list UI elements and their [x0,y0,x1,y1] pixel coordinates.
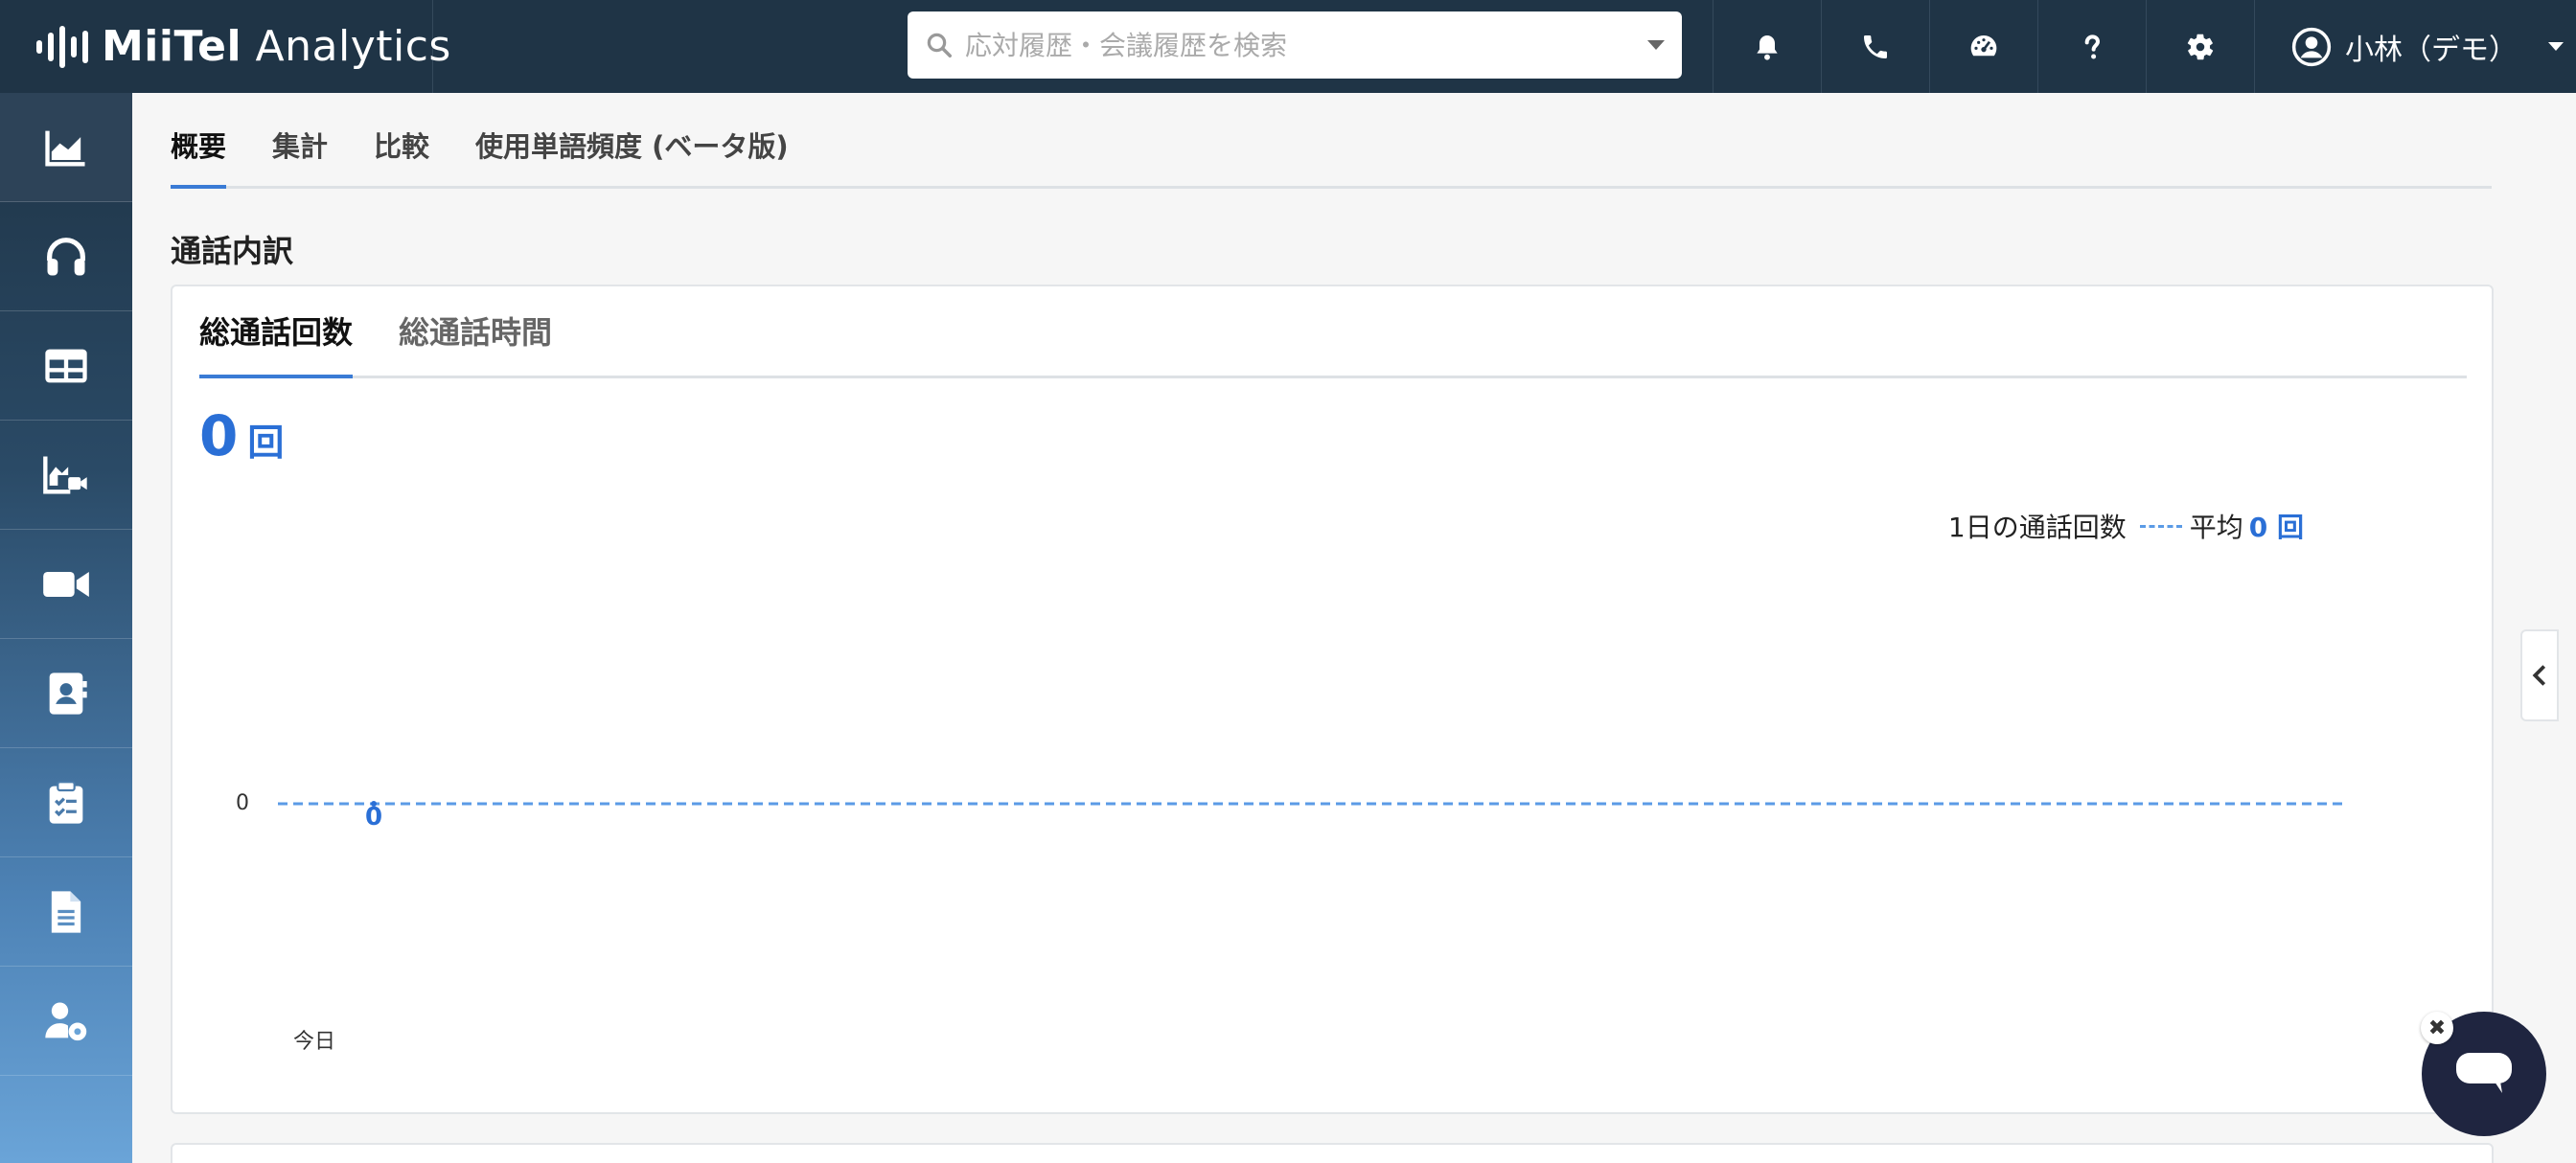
top-icon-bar [1713,0,2254,93]
chart-svg: 0 0 今日 [236,791,2348,1054]
total-count-value: 0 [199,403,239,468]
legend-series-label: 1日の通話回数 [1947,512,2127,543]
user-name: 小林（デモ） [2345,33,2518,67]
contact-book-icon [49,672,87,715]
sidebar-item-documents[interactable] [0,857,132,967]
question-icon [2084,34,2101,59]
chart-video-icon [43,456,87,493]
search-icon [927,33,952,57]
clipboard-icon [49,780,83,824]
sidebar-item-analytics[interactable] [0,93,132,202]
video-camera-icon [43,571,89,597]
card-tabs: 総通話回数 総通話時間 [199,286,2467,378]
headset-icon [47,237,85,275]
phone-button[interactable] [1821,0,1929,93]
tab-total-calls[interactable]: 総通話回数 [199,308,354,378]
table-icon [45,349,87,382]
user-settings-icon [45,1002,87,1040]
user-avatar-icon [2291,27,2332,66]
sidebar-item-user-settings[interactable] [0,967,132,1076]
sidebar-item-calls[interactable] [0,202,132,311]
chart-legend: 1日の通話回数 平均 0 回 [1948,507,2304,545]
next-card [171,1143,2494,1163]
analytics-tabs: 概要 集計 比較 使用単語頻度 (ベータ版) [171,93,2492,189]
search-input[interactable] [965,29,1638,61]
search-dropdown-icon[interactable] [1647,40,1665,50]
sidebar-item-chart-video[interactable] [0,421,132,530]
tab-total-duration[interactable]: 総通話時間 [399,308,552,376]
x-tick-label: 今日 [293,1030,335,1054]
notifications-button[interactable] [1713,0,1821,93]
brand-logo[interactable]: MiiTel Analytics [0,0,450,93]
tab-aggregate[interactable]: 集計 [272,125,328,186]
y-tick-label: 0 [236,791,249,815]
search-bar[interactable] [908,11,1682,79]
analytics-chart-icon [45,130,85,166]
legend-average-label: 平均 [2189,512,2243,543]
brand-name: MiiTel Analytics [102,22,451,71]
help-button[interactable] [2037,0,2146,93]
chevron-left-icon [2532,665,2546,686]
tab-compare[interactable]: 比較 [374,125,429,186]
chevron-down-icon [2548,42,2564,51]
dashboard-icon [1970,34,1997,56]
gear-icon [2187,34,2214,59]
sidebar [0,93,132,1163]
top-bar: MiiTel Analytics 小林（デモ） [0,0,2576,93]
sidebar-item-table[interactable] [0,311,132,421]
user-menu[interactable]: 小林（デモ） [2254,0,2576,93]
bell-icon [1757,34,1778,60]
chat-close-button[interactable]: ✖ [2421,1012,2453,1044]
total-count-unit: 回 [247,422,285,464]
legend-average-line [2139,524,2182,528]
section-title: 通話内訳 [171,233,294,269]
legend-average-value: 0 回 [2248,512,2304,543]
tab-word-frequency[interactable]: 使用単語頻度 (ベータ版) [475,125,789,186]
dashboard-button[interactable] [1929,0,2037,93]
collapse-panel-button[interactable] [2520,629,2559,721]
brand-logo-icon [36,25,88,68]
sidebar-item-tasks[interactable] [0,748,132,857]
daily-calls-chart: 0 0 今日 [192,545,2492,1082]
main-content: 概要 集計 比較 使用単語頻度 (ベータ版) 通話内訳 総通話回数 総通話時間 … [132,93,2576,1163]
call-breakdown-card: 総通話回数 総通話時間 0 回 1日の通話回数 平均 0 回 0 0 今日 [171,285,2494,1114]
settings-button[interactable] [2146,0,2254,93]
phone-icon [1864,34,1887,58]
data-label: 0 [365,803,382,832]
sidebar-item-meetings[interactable] [0,530,132,639]
tab-overview[interactable]: 概要 [171,125,227,189]
total-count: 0 回 [199,403,284,468]
document-icon [51,890,81,933]
chat-bubble-icon [2456,1053,2512,1093]
sidebar-item-contacts[interactable] [0,639,132,748]
